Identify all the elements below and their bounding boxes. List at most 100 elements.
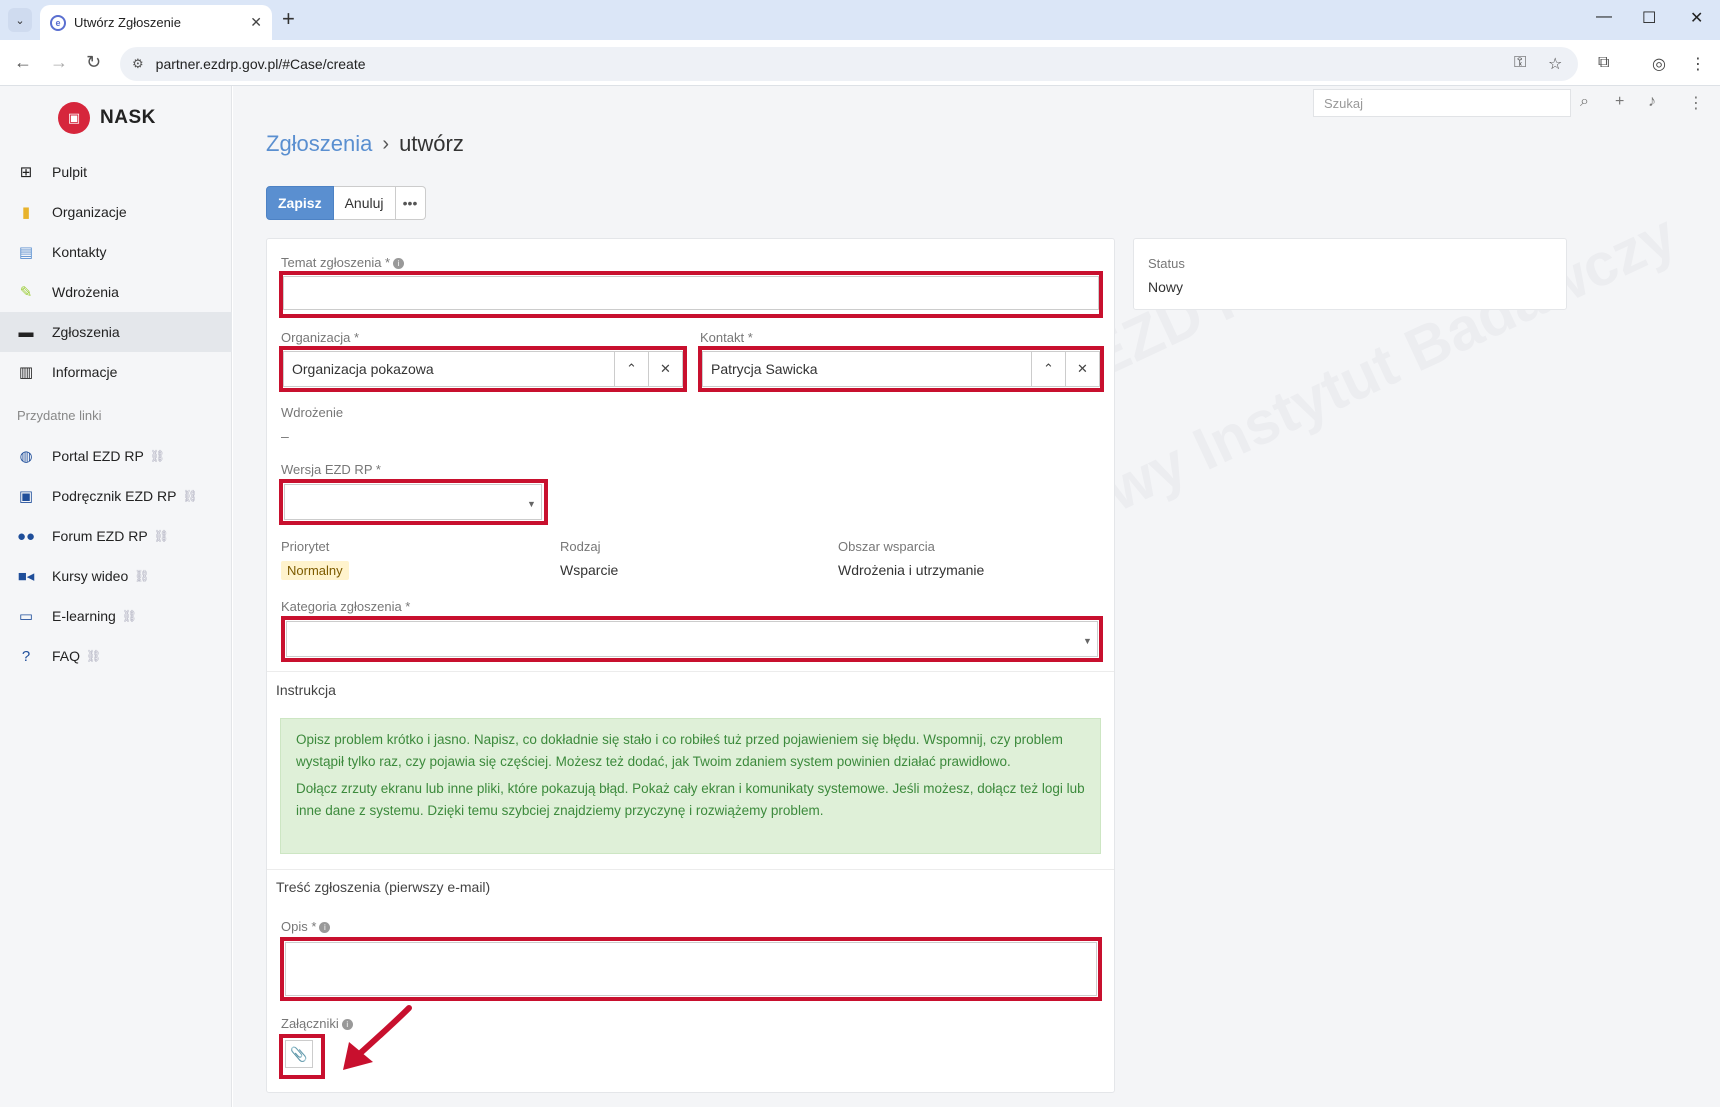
organization-label: Organizacja *: [281, 330, 360, 345]
instruction-box: Opisz problem krótko i jasno. Napisz, co…: [280, 718, 1101, 854]
bell-icon[interactable]: ♪: [1648, 93, 1656, 111]
sidebar-link-elearning[interactable]: ▭ E-learning ⛓: [0, 596, 232, 636]
sidebar-item-pulpit[interactable]: ⊞ Pulpit: [0, 152, 232, 192]
sidebar-item-label: Kontakty: [52, 244, 107, 260]
info-icon[interactable]: i: [393, 258, 405, 270]
globe-icon: ◍: [19, 448, 33, 465]
search-icon[interactable]: ⌕: [1580, 93, 1589, 111]
breadcrumb-separator: ›: [382, 132, 390, 155]
sidebar-link-label: Podręcznik EZD RP: [52, 488, 177, 504]
forward-icon[interactable]: →: [50, 52, 68, 73]
area-value: Wdrożenia i utrzymanie: [838, 562, 985, 578]
sidebar-item-label: Zgłoszenia: [52, 324, 120, 340]
window-close-icon[interactable]: ✕: [1690, 8, 1703, 28]
priority-label: Priorytet: [281, 539, 330, 554]
highlight-frame: [279, 346, 687, 392]
star-icon[interactable]: ☆: [1548, 54, 1562, 74]
plus-icon[interactable]: +: [1615, 93, 1624, 111]
sidebar-link-portal[interactable]: ◍ Portal EZD RP ⛓: [0, 436, 232, 476]
sidebar-item-label: Organizacje: [52, 204, 127, 220]
key-icon[interactable]: ⚿: [1514, 54, 1526, 72]
version-label: Wersja EZD RP *: [281, 462, 381, 477]
url-text: partner.ezdrp.gov.pl/#Case/create: [155, 56, 366, 72]
external-link-icon: ⛓: [182, 489, 198, 503]
type-label: Rodzaj: [560, 539, 601, 554]
instruction-paragraph: Dołącz zrzuty ekranu lub inne pliki, któ…: [296, 781, 1085, 818]
profile-icon[interactable]: ◎: [1652, 54, 1666, 74]
reload-icon[interactable]: ↻: [86, 52, 101, 73]
area-label: Obszar wsparcia: [838, 539, 935, 554]
manual-icon: ▣: [18, 488, 34, 505]
contact-icon: ▤: [18, 244, 34, 261]
sidebar-link-faq[interactable]: ? FAQ ⛓: [0, 636, 232, 676]
favicon-icon: e: [50, 14, 66, 31]
highlight-frame: [280, 937, 1102, 1001]
sidebar-link-label: Kursy wideo: [52, 568, 129, 584]
new-tab-icon[interactable]: +: [282, 6, 295, 32]
video-icon: ■◂: [17, 568, 35, 585]
info-icon[interactable]: i: [319, 922, 331, 934]
section-divider: [267, 869, 1114, 870]
arrow-shaft: [352, 1005, 412, 1061]
external-link-icon: ⛓: [121, 609, 138, 623]
monitor-icon: ▭: [18, 608, 34, 625]
menu-icon[interactable]: ⋮: [1688, 93, 1704, 113]
address-bar[interactable]: ⚙ partner.ezdrp.gov.pl/#Case/create: [120, 47, 1578, 81]
section-divider: [267, 671, 1114, 672]
description-label: Opis * i: [281, 919, 331, 934]
close-icon[interactable]: ✕: [250, 14, 262, 31]
highlight-frame: [279, 271, 1103, 318]
sidebar-item-organizacje[interactable]: ▮ Organizacje: [0, 192, 232, 232]
site-info-icon[interactable]: ⚙: [132, 56, 144, 72]
cancel-button[interactable]: Anuluj: [333, 186, 396, 220]
nask-logo[interactable]: ▣ NASK: [58, 102, 156, 134]
priority-badge: Normalny: [281, 561, 349, 580]
maximize-icon[interactable]: ☐: [1642, 8, 1656, 28]
subject-label-text: Temat zgłoszenia *: [281, 255, 391, 270]
back-icon[interactable]: ←: [14, 52, 32, 73]
more-actions-button[interactable]: •••: [395, 186, 426, 220]
sidebar-item-informacje[interactable]: ▥ Informacje: [0, 352, 232, 392]
sidebar-link-video[interactable]: ■◂ Kursy wideo ⛓: [0, 556, 232, 596]
briefcase-icon: ▬: [18, 323, 34, 341]
sidebar-item-zgloszenia[interactable]: ▬ Zgłoszenia: [0, 312, 232, 352]
sidebar-link-label: E-learning: [52, 608, 116, 624]
minimize-icon[interactable]: —: [1596, 8, 1612, 26]
logo-text: NASK: [100, 107, 156, 128]
sidebar-link-label: FAQ: [52, 648, 81, 664]
sidebar-item-label: Pulpit: [52, 164, 88, 180]
subject-label: Temat zgłoszenia * i: [281, 255, 405, 270]
attachments-label-text: Załączniki: [281, 1016, 339, 1031]
search-input[interactable]: Szukaj: [1313, 89, 1571, 117]
external-link-icon: ⛓: [86, 649, 102, 663]
sidebar-link-manual[interactable]: ▣ Podręcznik EZD RP ⛓: [0, 476, 232, 516]
save-button[interactable]: Zapisz: [266, 186, 334, 220]
sidebar: ▣ NASK ⊞ Pulpit ▮ Organizacje ▤ Kontakty…: [0, 86, 232, 1107]
book-icon: ▥: [18, 364, 34, 381]
external-link-icon: ⛓: [149, 449, 166, 463]
sidebar-section-title: Przydatne linki: [17, 408, 102, 423]
annotation-arrow: [343, 1005, 412, 1070]
extensions-icon[interactable]: ⧉: [1598, 54, 1609, 72]
breadcrumb-current: utwórz: [399, 131, 464, 156]
building-icon: ▮: [21, 204, 31, 221]
breadcrumb-link-zgloszenia[interactable]: Zgłoszenia: [266, 131, 372, 157]
sidebar-item-wdrozenia[interactable]: ✎ Wdrożenia: [0, 272, 232, 312]
sidebar-item-kontakty[interactable]: ▤ Kontakty: [0, 232, 232, 272]
highlight-frame: [698, 346, 1104, 392]
contact-label: Kontakt *: [700, 330, 753, 345]
type-value: Wsparcie: [560, 562, 619, 578]
tab-title: Utwórz Zgłoszenie: [74, 15, 181, 30]
sidebar-link-forum[interactable]: ●● Forum EZD RP ⛓: [0, 516, 232, 556]
browser-tab[interactable]: e Utwórz Zgłoszenie ✕: [40, 5, 272, 40]
category-label: Kategoria zgłoszenia *: [281, 599, 411, 614]
status-value: Nowy: [1148, 279, 1184, 295]
status-label: Status: [1148, 256, 1185, 271]
content-title: Treść zgłoszenia (pierwszy e-mail): [276, 879, 491, 895]
highlight-frame: [279, 479, 548, 525]
toolbar: Zapisz Anuluj •••: [266, 186, 426, 220]
tab-search-button[interactable]: ⌄: [8, 8, 32, 32]
sidebar-item-label: Wdrożenia: [52, 284, 119, 300]
deployment-value: –: [281, 428, 289, 444]
browser-menu-icon[interactable]: ⋮: [1690, 54, 1706, 74]
